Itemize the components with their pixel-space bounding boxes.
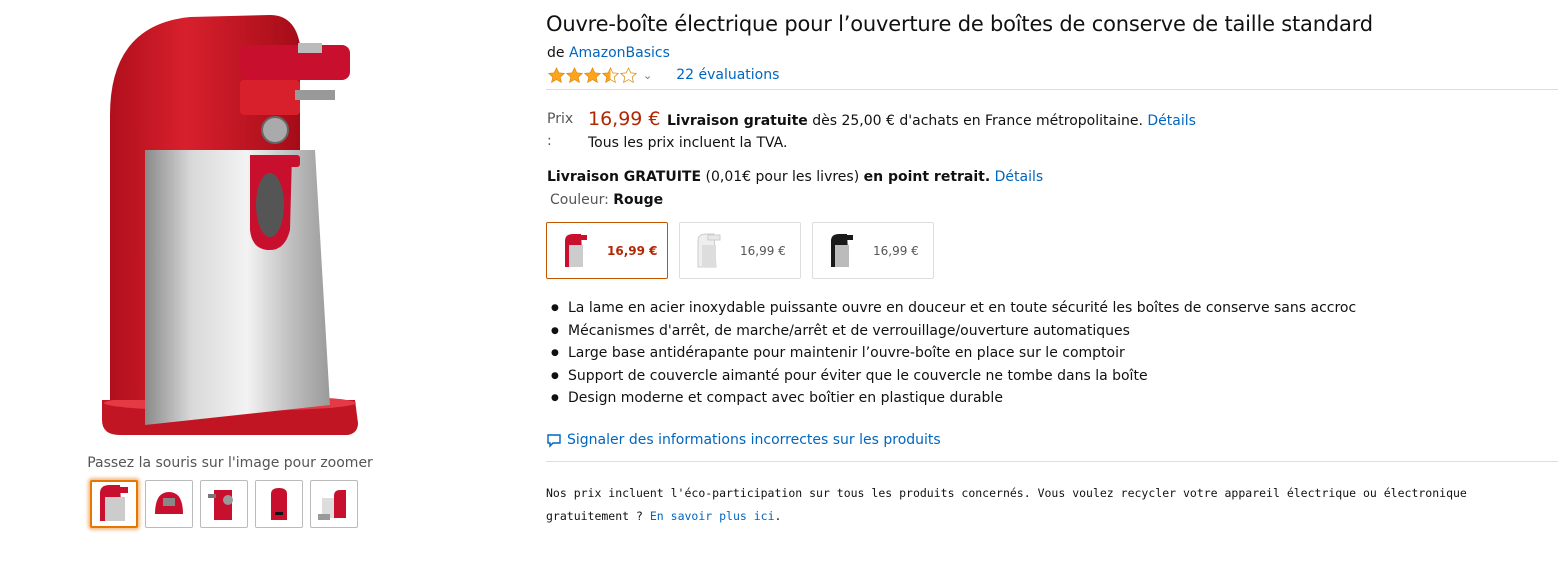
- eco-suffix: .: [774, 509, 782, 523]
- swatch-image: [565, 233, 587, 267]
- pickup-free-label: Livraison GRATUITE: [547, 169, 702, 185]
- divider: [546, 461, 1558, 462]
- color-selected-value: Rouge: [613, 192, 664, 208]
- swatch-white[interactable]: 16,99 €: [679, 222, 801, 279]
- reviews-count-link[interactable]: 22 évaluations: [676, 67, 779, 83]
- speech-bubble-icon: [547, 433, 561, 448]
- product-title: Ouvre-boîte électrique pour l’ouverture …: [546, 12, 1373, 36]
- vat-note: Tous les prix incluent la TVA.: [588, 135, 788, 151]
- chevron-down-icon[interactable]: ⌄: [643, 69, 652, 82]
- eco-learn-more-link[interactable]: En savoir plus ici: [650, 509, 775, 523]
- feature-bullet: Design moderne et compact avec boîtier e…: [551, 387, 1356, 410]
- pickup-point-label: en point retrait.: [863, 169, 991, 185]
- thumbnail-image: [155, 492, 183, 514]
- rating-row: ⌄ 22 évaluations: [548, 67, 779, 83]
- star-rating[interactable]: [548, 67, 637, 83]
- star-full-icon: [584, 67, 601, 83]
- feature-bullet: Mécanismes d'arrêt, de marche/arrêt et d…: [551, 320, 1356, 343]
- pickup-books-note: (0,01€ pour les livres): [705, 169, 860, 185]
- price-line: 16,99 € Livraison gratuite dès 25,00 € d…: [588, 108, 1196, 132]
- thumbnail-image: [100, 485, 128, 521]
- star-full-icon: [566, 67, 583, 83]
- eco-participation-note: Nos prix incluent l'éco-participation su…: [546, 482, 1546, 528]
- star-empty-icon: [620, 67, 637, 83]
- price-label: Prix :: [547, 111, 574, 149]
- divider: [546, 89, 1558, 90]
- swatch-red[interactable]: 16,99 €: [546, 222, 668, 279]
- feature-bullet: Support de couvercle aimanté pour éviter…: [551, 365, 1356, 388]
- thumbnail-detail[interactable]: [310, 480, 358, 528]
- thumbnail-side[interactable]: [200, 480, 248, 528]
- color-label: Couleur:: [550, 192, 609, 208]
- product-main-image[interactable]: [80, 5, 380, 455]
- color-selection: Couleur: Rouge: [550, 192, 663, 208]
- pickup-details-link[interactable]: Détails: [995, 169, 1044, 185]
- swatch-price: 16,99 €: [873, 243, 919, 258]
- thumbnail-image: [208, 490, 233, 520]
- zoom-hint: Passez la souris sur l'image pour zoomer: [87, 455, 373, 471]
- thumbnail-back[interactable]: [255, 480, 303, 528]
- swatch-image: [697, 233, 721, 267]
- thumbnail-strip: [90, 480, 358, 528]
- shipping-details-link[interactable]: Détails: [1147, 113, 1196, 129]
- free-shipping-label: Livraison gratuite: [666, 113, 808, 129]
- color-swatches: 16,99 € 16,99 € 16,99 €: [546, 222, 934, 279]
- pickup-delivery: Livraison GRATUITE (0,01€ pour les livre…: [547, 169, 1043, 185]
- report-issue[interactable]: Signaler des informations incorrectes su…: [546, 432, 941, 448]
- brand-link[interactable]: AmazonBasics: [569, 45, 670, 61]
- byline-prefix: de: [547, 45, 565, 61]
- price-value: 16,99 €: [588, 108, 661, 130]
- shipping-condition: dès 25,00 € d'achats en France métropoli…: [812, 113, 1143, 129]
- feature-bullets: La lame en acier inoxydable puissante ou…: [551, 297, 1356, 410]
- swatch-image: [831, 233, 853, 267]
- thumbnail-image: [271, 488, 287, 520]
- feature-bullet: La lame en acier inoxydable puissante ou…: [551, 297, 1356, 320]
- feature-bullet: Large base antidérapante pour maintenir …: [551, 342, 1356, 365]
- byline: de AmazonBasics: [547, 45, 670, 61]
- thumbnail-image: [318, 490, 346, 520]
- thumbnail-front[interactable]: [90, 480, 138, 528]
- thumbnail-top[interactable]: [145, 480, 193, 528]
- report-issue-link[interactable]: Signaler des informations incorrectes su…: [567, 432, 941, 448]
- swatch-price: 16,99 €: [607, 243, 658, 258]
- swatch-price: 16,99 €: [740, 243, 786, 258]
- star-full-icon: [548, 67, 565, 83]
- swatch-black[interactable]: 16,99 €: [812, 222, 934, 279]
- star-half-icon: [602, 67, 619, 83]
